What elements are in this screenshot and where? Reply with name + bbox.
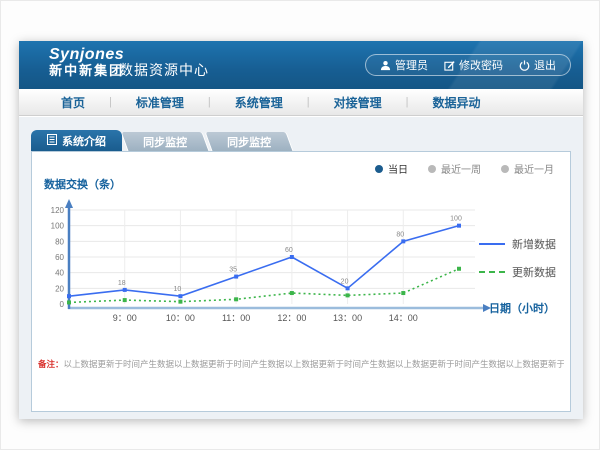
solid-line-swatch-icon [479,243,505,245]
user-label: 管理员 [395,57,428,73]
svg-text:0: 0 [60,300,65,309]
radio-dot-icon [501,165,509,173]
logo-text-en: Synjones [49,46,124,64]
legend-item-new-data: 新增数据 [479,236,556,252]
radio-label: 当日 [388,161,408,176]
page-canvas: Synjones 新中新集团 数据资源中心 管理员 修改密码 [0,0,600,450]
nav-item-system-mgmt[interactable]: 系统管理 [211,94,307,111]
svg-text:10：00: 10：00 [166,313,195,323]
svg-text:120: 120 [51,206,65,215]
radio-last-month[interactable]: 最近一月 [501,161,554,176]
tab-label: 同步监控 [143,134,187,150]
radio-last-week[interactable]: 最近一周 [428,161,481,176]
radio-dot-icon [375,165,383,173]
footnote-text: 以上数据更新于时间产生数据以上数据更新于时间产生数据以上数据更新于时间产生数据以… [64,359,564,369]
svg-text:11：00: 11：00 [222,313,250,323]
radio-label: 最近一周 [441,161,481,176]
svg-text:100: 100 [51,222,65,231]
svg-text:20: 20 [55,284,64,293]
change-password-button[interactable]: 修改密码 [444,57,503,73]
x-axis-label: 日期（小时） [489,300,555,316]
legend-label: 新增数据 [512,236,556,252]
user-menu[interactable]: 管理员 [380,57,428,73]
tab-label: 同步监控 [227,134,271,150]
logout-button[interactable]: 退出 [519,57,556,73]
page-title: 数据资源中心 [119,60,209,80]
main-nav: 首页 | 标准管理 | 系统管理 | 对接管理 | 数据异动 [19,89,583,116]
svg-text:60: 60 [285,247,293,254]
svg-text:40: 40 [55,269,64,278]
time-range-filter: 当日 最近一周 最近一月 [375,161,554,176]
footnote-prefix: 备注： [38,359,64,369]
svg-text:18: 18 [118,280,126,287]
svg-text:9：00: 9：00 [113,313,137,323]
tab-sync-monitor-2[interactable]: 同步监控 [205,132,294,151]
app-window: Synjones 新中新集团 数据资源中心 管理员 修改密码 [19,41,583,419]
svg-text:80: 80 [396,231,404,238]
dashed-line-swatch-icon [479,271,505,273]
svg-text:14：00: 14：00 [389,313,418,323]
line-chart: 0 20 40 60 80 100 120 9：00 10：00 11：00 12：00 13：00 1… [44,192,496,332]
radio-label: 最近一月 [514,161,554,176]
footnote: 备注：以上数据更新于时间产生数据以上数据更新于时间产生数据以上数据更新于时间产生… [38,358,564,370]
nav-item-data-change[interactable]: 数据异动 [409,94,505,111]
logo-text-cn: 新中新集团 [49,64,124,78]
change-password-label: 修改密码 [459,57,503,73]
y-axis-label: 数据交换（条） [44,176,121,192]
radio-dot-icon [428,165,436,173]
svg-text:12：00: 12：00 [277,313,306,323]
edit-icon [444,60,455,71]
legend-item-updated-data: 更新数据 [479,264,556,280]
tab-bar: 系统介绍 同步监控 同步监控 [31,130,290,151]
nav-item-home[interactable]: 首页 [37,94,109,111]
chart-panel: 当日 最近一周 最近一月 数据交换（条） 0 20 40 60 80 100 120 9：00… [31,151,571,412]
svg-text:10: 10 [174,286,182,293]
logout-label: 退出 [534,57,556,73]
legend-label: 更新数据 [512,264,556,280]
app-header: Synjones 新中新集团 数据资源中心 管理员 修改密码 [19,41,583,89]
tab-label: 系统介绍 [62,133,106,149]
company-logo: Synjones 新中新集团 [49,46,124,78]
nav-item-interface-mgmt[interactable]: 对接管理 [310,94,406,111]
chart-legend: 新增数据 更新数据 [479,236,556,280]
tab-system-intro[interactable]: 系统介绍 [31,130,122,151]
content-area: 系统介绍 同步监控 同步监控 当日 最近一周 [19,117,583,419]
radio-today[interactable]: 当日 [375,161,408,176]
user-toolbar: 管理员 修改密码 退出 [365,54,571,76]
svg-text:20: 20 [341,278,349,285]
user-icon [380,60,391,71]
svg-text:35: 35 [229,267,237,274]
svg-text:80: 80 [55,237,64,246]
power-icon [519,60,530,71]
svg-text:100: 100 [450,216,462,223]
tab-sync-monitor-1[interactable]: 同步监控 [121,132,210,151]
svg-text:60: 60 [55,253,64,262]
document-icon [47,134,57,148]
nav-item-standard-mgmt[interactable]: 标准管理 [112,94,208,111]
svg-text:13：00: 13：00 [333,313,362,323]
